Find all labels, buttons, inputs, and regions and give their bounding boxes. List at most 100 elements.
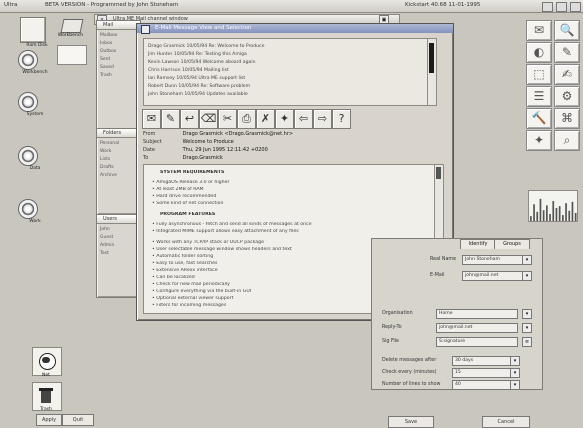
real-name-field[interactable]: John Stoneham: [462, 255, 524, 265]
header-key: Date: [143, 147, 155, 153]
left-icon-1[interactable]: Ram Disk: [20, 17, 54, 48]
delete-after-field[interactable]: 30 days: [452, 356, 512, 366]
hammer-tool-icon[interactable]: 🔨: [526, 108, 552, 129]
side-panel-row[interactable]: Inbox: [100, 41, 112, 47]
popup-icon[interactable]: ▾: [522, 271, 532, 281]
cancel-button[interactable]: Cancel: [482, 416, 530, 428]
side-panel-row[interactable]: Lists: [100, 157, 110, 163]
folder-icon[interactable]: [57, 45, 87, 65]
side-panel-row[interactable]: Outbox: [100, 49, 116, 55]
left-icon-2[interactable]: Workbench: [18, 50, 52, 75]
disk-icon[interactable]: [18, 146, 38, 166]
side-panel-row[interactable]: Test: [100, 251, 109, 257]
popup-icon[interactable]: ▾: [522, 309, 532, 319]
tab-identify[interactable]: Identify: [460, 239, 496, 249]
reply-to-field[interactable]: john@mail.net: [436, 323, 518, 333]
side-panel-row[interactable]: Archive: [100, 173, 117, 179]
remove-icon[interactable]: ✗: [256, 109, 275, 129]
message-list-row[interactable]: Robert Dunn 10/05/94 Re: Software proble…: [148, 83, 432, 90]
left-icon-3[interactable]: System: [18, 92, 52, 117]
search-tool-icon[interactable]: 🔍: [554, 20, 580, 41]
disk-icon[interactable]: [18, 50, 38, 70]
window-menu-icon[interactable]: [141, 25, 150, 34]
side-panel-row[interactable]: Guest: [100, 235, 113, 241]
disk-icon[interactable]: [18, 199, 38, 219]
lines-field[interactable]: 40: [452, 380, 512, 390]
body-line: • Hard drive recommended: [152, 194, 217, 199]
apply-button[interactable]: Apply: [36, 414, 62, 426]
side-panel-row[interactable]: Trash: [100, 73, 112, 79]
list-tool-icon[interactable]: ☰: [526, 86, 552, 107]
settings-panel[interactable]: Identify Groups Real Name John Stoneham …: [371, 238, 543, 390]
next-icon[interactable]: ⇨: [313, 109, 332, 129]
scroll-thumb[interactable]: [429, 43, 434, 73]
help-icon[interactable]: ?: [332, 109, 351, 129]
message-list-row[interactable]: Drago Grasmick 10/05/94 Re: Welcome to P…: [148, 43, 432, 50]
email-field[interactable]: john@mail.net: [462, 271, 524, 281]
side-panel-row[interactable]: Personal: [100, 141, 119, 147]
reply-icon[interactable]: ↩: [180, 109, 199, 129]
side-panel-mail[interactable]: Mail Mailbox Inbox Outbox Sent Saved Tra…: [96, 20, 141, 130]
message-list-row[interactable]: Ian Ramsey 10/05/94 Ultra ME support lis…: [148, 75, 432, 82]
message-list-row[interactable]: Jim Hunter 10/05/94 Re: Testing this Ami…: [148, 51, 432, 58]
scroll-thumb[interactable]: [436, 167, 441, 179]
side-panel-row[interactable]: Admin: [100, 243, 114, 249]
message-list-row[interactable]: Kevin Lawson 10/05/94 Welcome aboard aga…: [148, 59, 432, 66]
magnify-tool-icon[interactable]: ⌕: [554, 130, 580, 151]
left-icon-5[interactable]: Work: [18, 199, 52, 224]
cut-icon[interactable]: ✂: [218, 109, 237, 129]
sig-file-field[interactable]: S:signature: [436, 337, 518, 347]
check-every-field[interactable]: 15: [452, 368, 512, 378]
close-gadget-icon[interactable]: [570, 2, 581, 12]
previous-icon[interactable]: ⇦: [294, 109, 313, 129]
side-panel-row[interactable]: Mailbox: [100, 33, 117, 39]
pen-tool-icon[interactable]: ✎: [554, 42, 580, 63]
popup-icon[interactable]: ▾: [522, 255, 532, 265]
frame-tool-icon[interactable]: ⬚: [526, 64, 552, 85]
print-icon[interactable]: ⎙: [237, 109, 256, 129]
file-requester-icon[interactable]: ≡: [522, 337, 532, 347]
activity-bar: [539, 198, 542, 221]
side-panel-row[interactable]: Saved: [100, 65, 114, 71]
mail-tool-icon[interactable]: ✉: [526, 20, 552, 41]
save-button[interactable]: Save: [388, 416, 434, 428]
message-list-row[interactable]: John Stoneham 10/05/94 Updates available: [148, 91, 432, 98]
side-panel-folders[interactable]: Folders Personal Work Lists Drafts Archi…: [96, 128, 141, 215]
delete-icon[interactable]: ⌫: [199, 109, 218, 129]
zoom-gadget-icon[interactable]: [556, 2, 567, 12]
depth-gadget-icon[interactable]: [542, 2, 553, 12]
side-panel-title: Folders: [97, 129, 140, 138]
side-panel-row[interactable]: Drafts: [100, 165, 114, 171]
tab-groups[interactable]: Groups: [494, 239, 530, 249]
command-tool-icon[interactable]: ⌘: [554, 108, 580, 129]
body-line: • Integrated MIME support allows easy at…: [152, 229, 299, 234]
side-panel-row[interactable]: Work: [100, 149, 111, 155]
message-list-scrollbar[interactable]: [427, 39, 436, 105]
side-panel-users[interactable]: Users John Guest Admin Test: [96, 214, 141, 298]
filter-icon[interactable]: ✦: [275, 109, 294, 129]
compose-icon[interactable]: ✉: [142, 109, 161, 129]
write-tool-icon[interactable]: ✍: [554, 64, 580, 85]
top-menu-bar[interactable]: Ultra BETA VERSION - Programmed by John …: [0, 0, 583, 13]
left-icon-4[interactable]: Data: [18, 146, 52, 171]
organisation-field[interactable]: Home: [436, 309, 518, 319]
popup-icon[interactable]: ▾: [522, 323, 532, 333]
popup-icon[interactable]: ▾: [510, 368, 520, 378]
workbench-icon[interactable]: Workbench: [54, 16, 87, 40]
quit-button[interactable]: Quit: [62, 414, 94, 426]
side-panel-row[interactable]: John: [100, 227, 110, 233]
disk-icon[interactable]: [18, 92, 38, 112]
activity-chart: [530, 198, 577, 221]
settings-tool-icon[interactable]: ⚙: [554, 86, 580, 107]
ram-disk-icon[interactable]: [20, 17, 46, 43]
palette-tool-icon[interactable]: ◐: [526, 42, 552, 63]
edit-icon[interactable]: ✎: [161, 109, 180, 129]
magic-tool-icon[interactable]: ✦: [526, 130, 552, 151]
popup-icon[interactable]: ▾: [510, 356, 520, 366]
globe-icon[interactable]: [32, 347, 62, 376]
message-list[interactable]: Drago Grasmick 10/05/94 Re: Welcome to P…: [143, 38, 437, 106]
side-panel-row[interactable]: Sent: [100, 57, 110, 63]
mail-toolbar[interactable]: ✉ ✎ ↩ ⌫ ✂ ⎙ ✗ ✦ ⇦ ⇨ ?: [142, 109, 449, 129]
popup-icon[interactable]: ▾: [510, 380, 520, 390]
message-list-row[interactable]: Chris Harrison 10/05/94 Mailing list: [148, 67, 432, 74]
